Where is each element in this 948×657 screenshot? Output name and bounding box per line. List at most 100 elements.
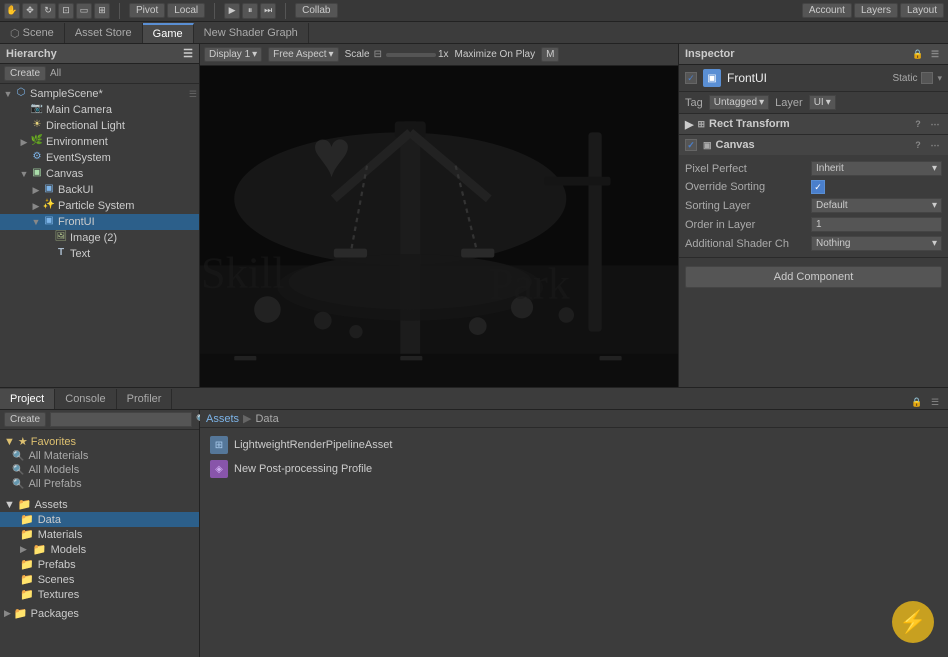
frontui-icon: ▣ <box>42 215 56 229</box>
models-expand-arrow: ▶ <box>20 544 27 555</box>
transform-tool-btn[interactable]: ⊞ <box>94 3 110 19</box>
data-label: Data <box>38 514 61 526</box>
tree-item-image2[interactable]: ▶ 🖼 Image (2) <box>0 230 199 246</box>
tree-item-environment[interactable]: ▶ 🌿 Environment <box>0 134 199 150</box>
account-btn[interactable]: Account <box>802 3 852 18</box>
tab-shader-graph[interactable]: New Shader Graph <box>194 23 309 43</box>
static-dropdown-arrow[interactable]: ▾ <box>937 73 942 84</box>
canvas-enable-checkbox[interactable]: ✓ <box>685 139 697 151</box>
favorites-header[interactable]: ▼ ★ Favorites <box>4 434 195 449</box>
fav-all-models[interactable]: 🔍 All Models <box>4 463 195 477</box>
fav-all-prefabs[interactable]: 🔍 All Prefabs <box>4 477 195 491</box>
assets-data[interactable]: 📁 Data <box>0 512 199 527</box>
project-search-input[interactable] <box>50 412 192 427</box>
play-controls: ▶ ⏸ ⏭ <box>224 3 276 19</box>
assets-materials[interactable]: 📁 Materials <box>0 527 199 542</box>
scenes-label: Scenes <box>38 574 75 586</box>
tab-profiler[interactable]: Profiler <box>117 389 173 409</box>
override-sorting-label: Override Sorting <box>685 181 805 193</box>
tree-item-canvas[interactable]: ▼ ▣ Canvas <box>0 166 199 182</box>
assets-scenes[interactable]: 📁 Scenes <box>0 572 199 587</box>
obj-type-icon: ▣ <box>703 69 721 87</box>
canvas-section-body: Pixel Perfect Inherit ▾ Override Sorting… <box>679 155 948 257</box>
hierarchy-create-btn[interactable]: Create <box>4 66 46 81</box>
bolt-button[interactable]: ⚡ <box>892 601 934 643</box>
order-layer-input[interactable]: 1 <box>811 217 942 232</box>
local-btn[interactable]: Local <box>167 3 205 18</box>
hand-tool-btn[interactable]: ✋ <box>4 3 20 19</box>
eventsystem-icon: ⚙ <box>30 151 44 165</box>
project-create-btn[interactable]: Create <box>4 412 46 427</box>
pixel-perfect-dropdown[interactable]: Inherit ▾ <box>811 161 942 176</box>
fav-all-materials[interactable]: 🔍 All Materials <box>4 449 195 463</box>
asset-store-tab-label: Asset Store <box>75 27 132 39</box>
canvas-info-icon[interactable]: ? <box>911 138 925 152</box>
tab-asset-store[interactable]: Asset Store <box>65 23 143 43</box>
inspector-menu-icon[interactable]: ☰ <box>928 47 942 61</box>
move-tool-btn[interactable]: ✥ <box>22 3 38 19</box>
tab-console[interactable]: Console <box>55 389 116 409</box>
canvas-section-header[interactable]: ✓ ▣ Canvas ? ⋯ <box>679 135 948 155</box>
tab-scene[interactable]: ⬡ Scene <box>0 23 65 43</box>
rect-tool-btn[interactable]: ▭ <box>76 3 92 19</box>
mute-btn[interactable]: M <box>541 47 559 62</box>
play-btn[interactable]: ▶ <box>224 3 240 19</box>
tree-item-main-camera[interactable]: ▶ 📷 Main Camera <box>0 102 199 118</box>
rotate-tool-btn[interactable]: ↻ <box>40 3 56 19</box>
collab-btn[interactable]: Collab <box>295 3 337 18</box>
shader-ch-dropdown[interactable]: Nothing ▾ <box>811 236 942 251</box>
scene-name: SampleScene* <box>30 88 103 100</box>
canvas-arrow: ▼ <box>18 169 30 179</box>
rt-info-icon[interactable]: ? <box>911 117 925 131</box>
tab-project[interactable]: Project <box>0 389 55 409</box>
tree-item-directional-light[interactable]: ▶ ☀ Directional Light <box>0 118 199 134</box>
rect-transform-header[interactable]: ▶ ⊞ Rect Transform ? ⋯ <box>679 114 948 134</box>
step-btn[interactable]: ⏭ <box>260 3 276 19</box>
assets-models[interactable]: ▶ 📁 Models <box>0 542 199 557</box>
override-sorting-checkbox[interactable]: ✓ <box>811 180 825 194</box>
text-icon: T <box>54 247 68 261</box>
packages-header[interactable]: ▶ 📁 Packages <box>0 606 199 621</box>
pivot-btn[interactable]: Pivot <box>129 3 165 18</box>
static-checkbox[interactable] <box>921 72 933 84</box>
tree-item-eventsystem[interactable]: ▶ ⚙ EventSystem <box>0 150 199 166</box>
rt-menu-icon[interactable]: ⋯ <box>928 117 942 131</box>
assets-textures[interactable]: 📁 Textures <box>0 587 199 602</box>
scene-root-item[interactable]: ▼ ⬡ SampleScene* ☰ <box>0 86 199 102</box>
scene-menu[interactable]: ☰ <box>189 89 197 100</box>
asset-grid: ⊞ LightweightRenderPipelineAsset ◈ New P… <box>200 428 948 657</box>
hierarchy-menu-icon[interactable]: ☰ <box>183 47 193 60</box>
tree-item-particle[interactable]: ▶ ✨ Particle System <box>0 198 199 214</box>
pause-btn[interactable]: ⏸ <box>242 3 258 19</box>
project-lock-icon[interactable]: 🔒 <box>910 395 924 409</box>
inspector-lock-icon[interactable]: 🔒 <box>911 47 925 61</box>
project-tree: ▼ ★ Favorites 🔍 All Materials 🔍 All Mode… <box>0 430 199 657</box>
post-processing-name: New Post-processing Profile <box>234 463 372 475</box>
obj-enable-checkbox[interactable]: ✓ <box>685 72 697 84</box>
tree-item-text[interactable]: ▶ T Text <box>0 246 199 262</box>
scale-tool-btn[interactable]: ⊡ <box>58 3 74 19</box>
mute-btn-group: M <box>541 47 559 62</box>
asset-item-pipeline[interactable]: ⊞ LightweightRenderPipelineAsset <box>206 434 942 456</box>
layers-btn[interactable]: Layers <box>854 3 898 18</box>
add-component-btn[interactable]: Add Component <box>685 266 942 288</box>
tree-item-frontui[interactable]: ▼ ▣ FrontUI <box>0 214 199 230</box>
tab-game[interactable]: Game <box>143 23 194 43</box>
project-menu-icon[interactable]: ☰ <box>928 395 942 409</box>
layout-btn[interactable]: Layout <box>900 3 944 18</box>
tree-item-backui[interactable]: ▶ ▣ BackUI <box>0 182 199 198</box>
assets-root-header[interactable]: ▼ 📁 Assets <box>0 497 199 512</box>
canvas-menu-icon[interactable]: ⋯ <box>928 138 942 152</box>
sorting-layer-dropdown[interactable]: Default ▾ <box>811 198 942 213</box>
assets-prefabs[interactable]: 📁 Prefabs <box>0 557 199 572</box>
asset-item-post-processing[interactable]: ◈ New Post-processing Profile <box>206 458 942 480</box>
pivot-tools: Pivot Local <box>129 3 205 18</box>
layer-dropdown[interactable]: UI ▾ <box>809 95 836 110</box>
breadcrumb-sep: ▶ <box>243 412 251 425</box>
display-dropdown[interactable]: Display 1 ▾ <box>204 47 262 62</box>
tag-dropdown[interactable]: Untagged ▾ <box>709 95 769 110</box>
breadcrumb-assets[interactable]: Assets <box>206 413 239 425</box>
prop-order-layer: Order in Layer 1 <box>685 215 942 234</box>
maximize-toggle[interactable]: Maximize On Play <box>455 49 536 60</box>
aspect-dropdown[interactable]: Free Aspect ▾ <box>268 47 338 62</box>
